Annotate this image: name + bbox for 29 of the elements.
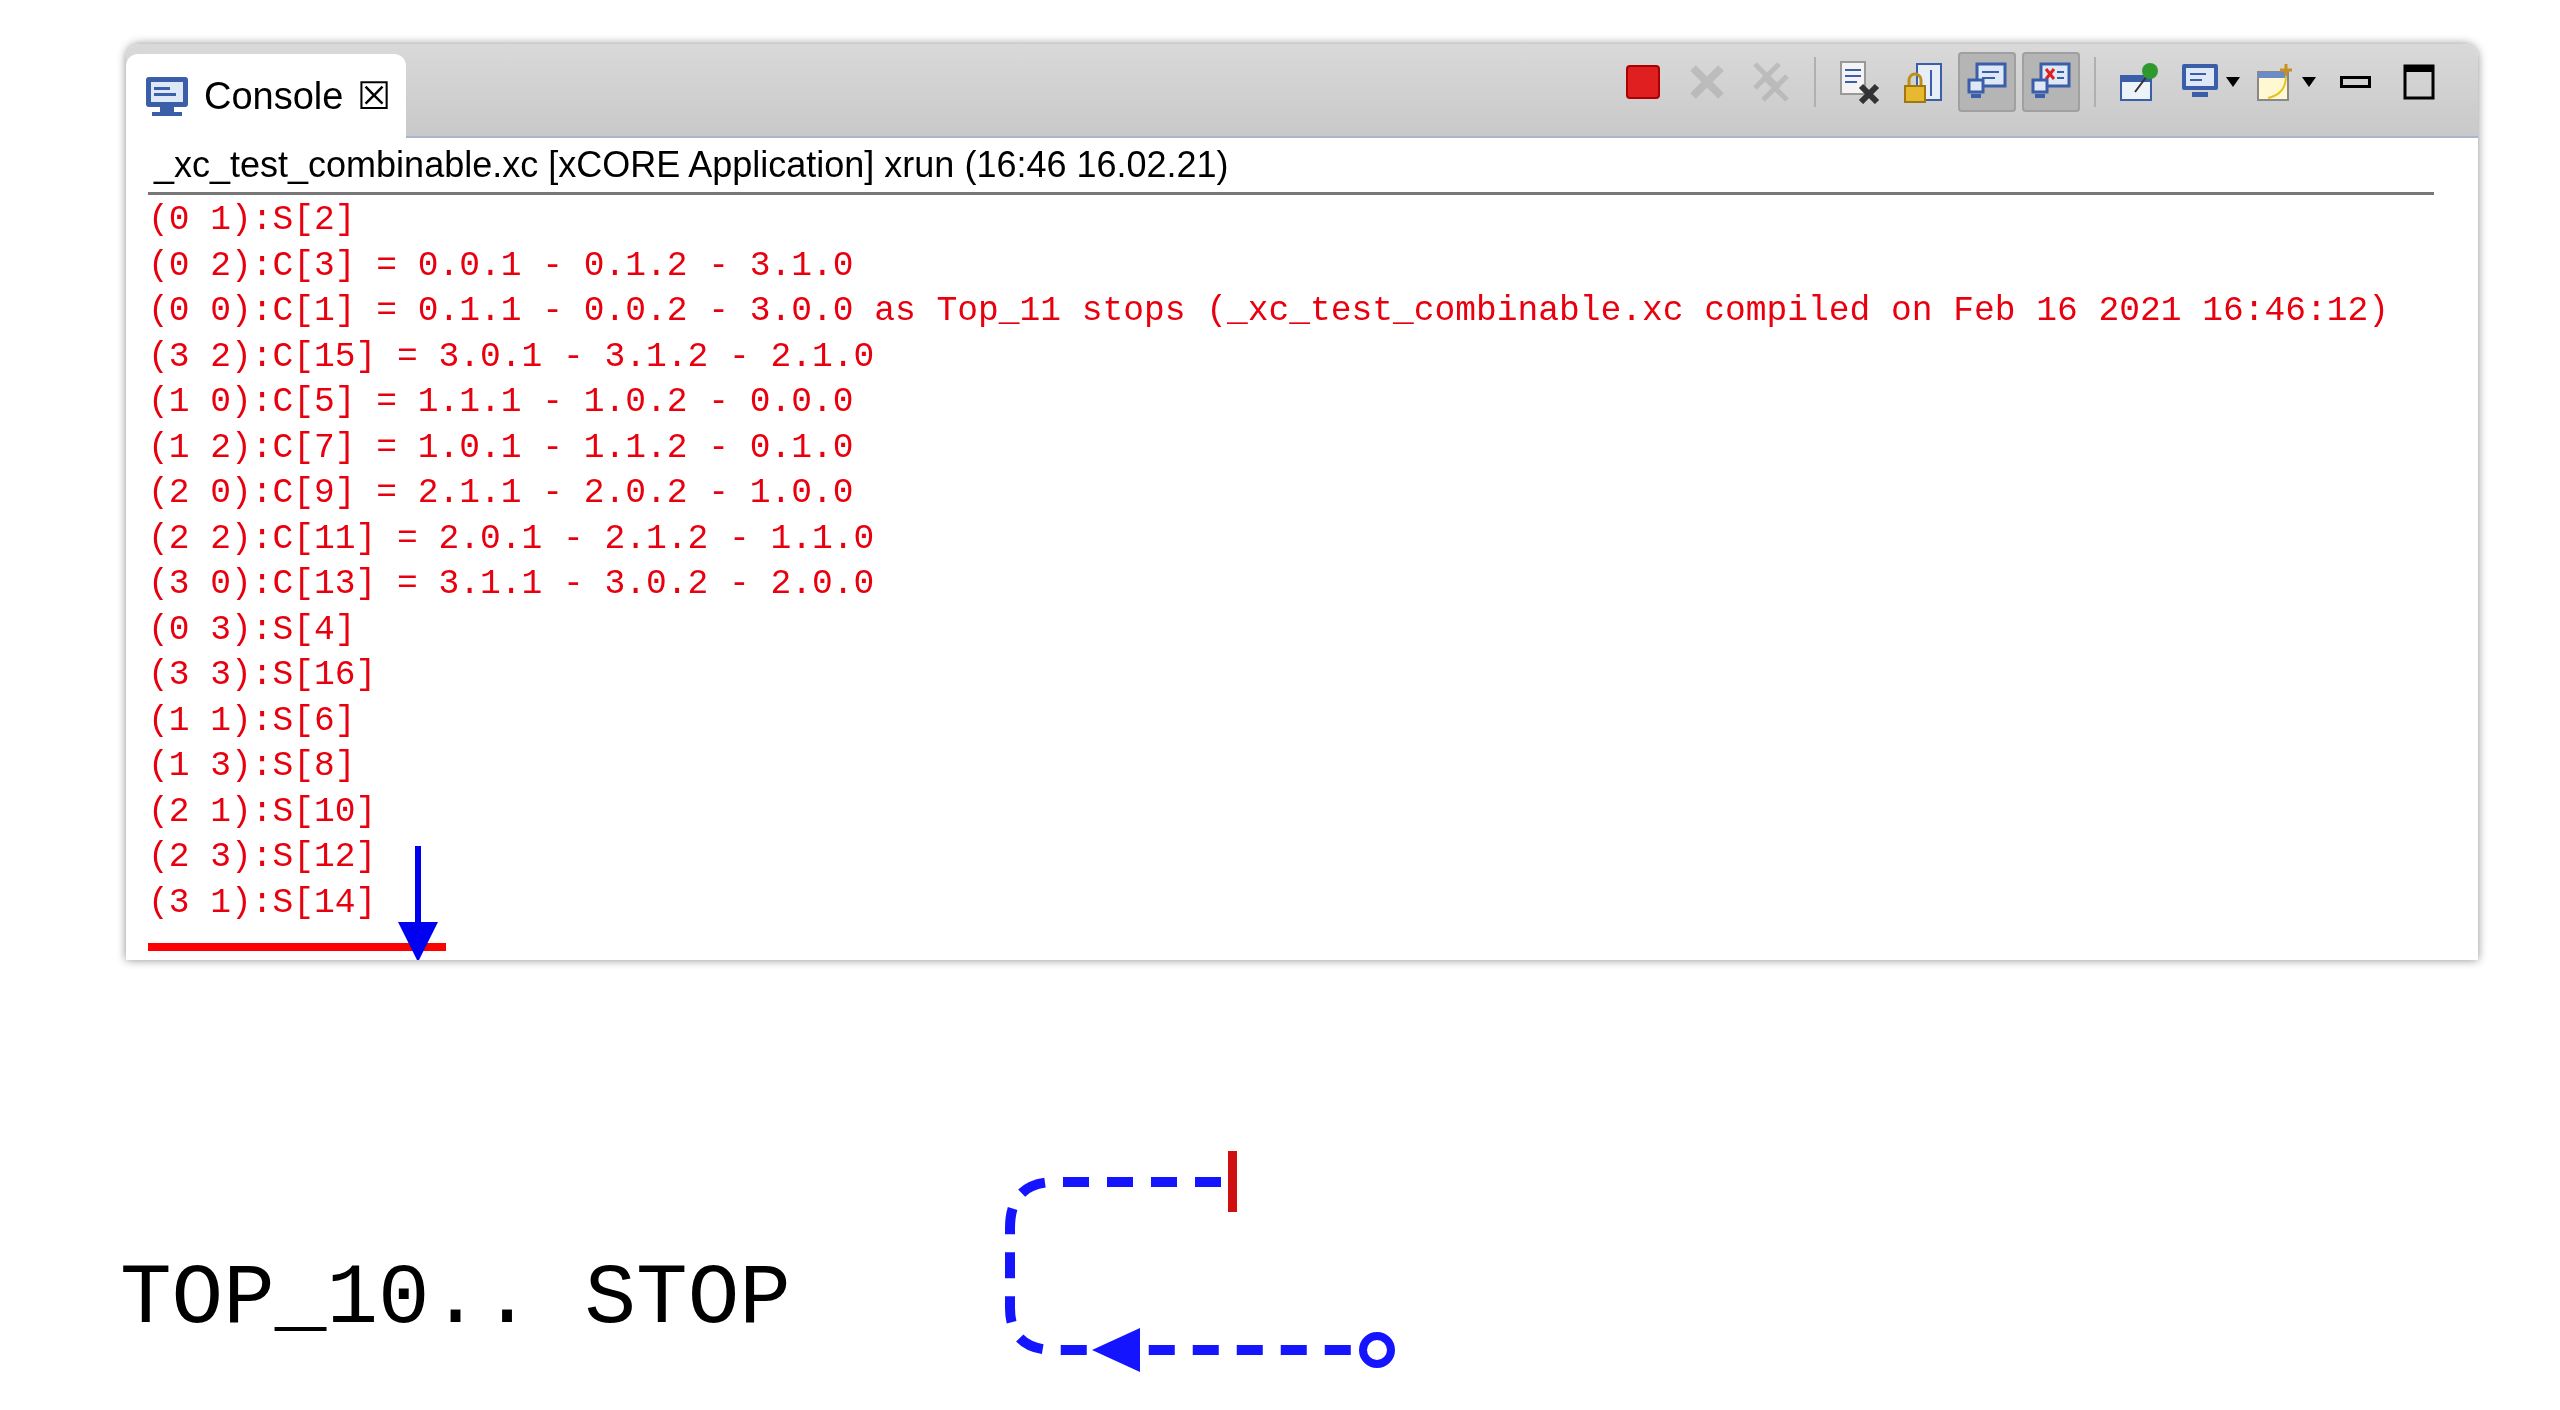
console-line: (3 1):S[14] — [148, 881, 377, 924]
console-line: (3 2):C[15] = 3.0.1 - 3.1.2 - 2.1.0 — [148, 335, 875, 378]
console-line: (2 0):C[9] = 2.1.1 - 2.0.2 - 1.0.0 — [148, 472, 854, 514]
caret-icon[interactable] — [2302, 77, 2316, 87]
caret-icon[interactable] — [2226, 77, 2240, 87]
console-line: (0 2):C[3] = 0.0.1 - 0.1.2 - 3.1.0 — [148, 244, 854, 287]
monitor-icon — [144, 75, 190, 117]
console-line: (0 0):C[1] = 0.1.1 - 0.0.2 - 3.0.0 as Top_11 stops (_xc_test_combinable.xc compiled on Feb 16 2021 16:46:12) — [148, 290, 2390, 332]
console-line: (2 2):C[11] = 2.0.1 - 2.1.2 - 1.1.0 — [148, 517, 875, 560]
window-pin-icon — [2117, 60, 2161, 104]
console-line: (0 1):S[2] — [148, 199, 356, 241]
console-line: (1 3):S[8] — [148, 745, 356, 787]
console-line: (2 1):S[10] — [148, 790, 377, 833]
console-line: (1 1):S[6] — [148, 699, 356, 742]
caption-text: TOP_10.. STOP — [120, 1250, 791, 1348]
monitor-stack-button[interactable] — [1958, 52, 2016, 112]
monitor-error-button[interactable] — [2022, 52, 2080, 112]
minimize-icon — [2339, 76, 2371, 88]
console-line: (1 2):C[7] = 1.0.1 - 1.1.2 - 0.1.0 — [148, 426, 854, 469]
console-header: _xc_test_combinable.xc [xCORE Application] xrun (16:46 16.02.21) — [148, 144, 2434, 195]
console-line: (2 3):S[12] — [148, 836, 377, 878]
console-tab[interactable]: Console ☒ — [126, 54, 406, 138]
console-line: (3 3):S[16] — [148, 654, 377, 696]
padlock-icon — [1901, 60, 1945, 104]
console-line: (1 0):C[5] = 1.1.1 - 1.0.2 - 0.0.0 — [148, 381, 854, 423]
console-line: (3 0):C[13] = 3.1.1 - 3.0.2 - 2.0.0 — [148, 563, 875, 605]
document-cross-icon — [1837, 60, 1881, 104]
close-icon[interactable]: ☒ — [357, 77, 392, 115]
console-line: (0 3):S[4] — [148, 608, 356, 651]
